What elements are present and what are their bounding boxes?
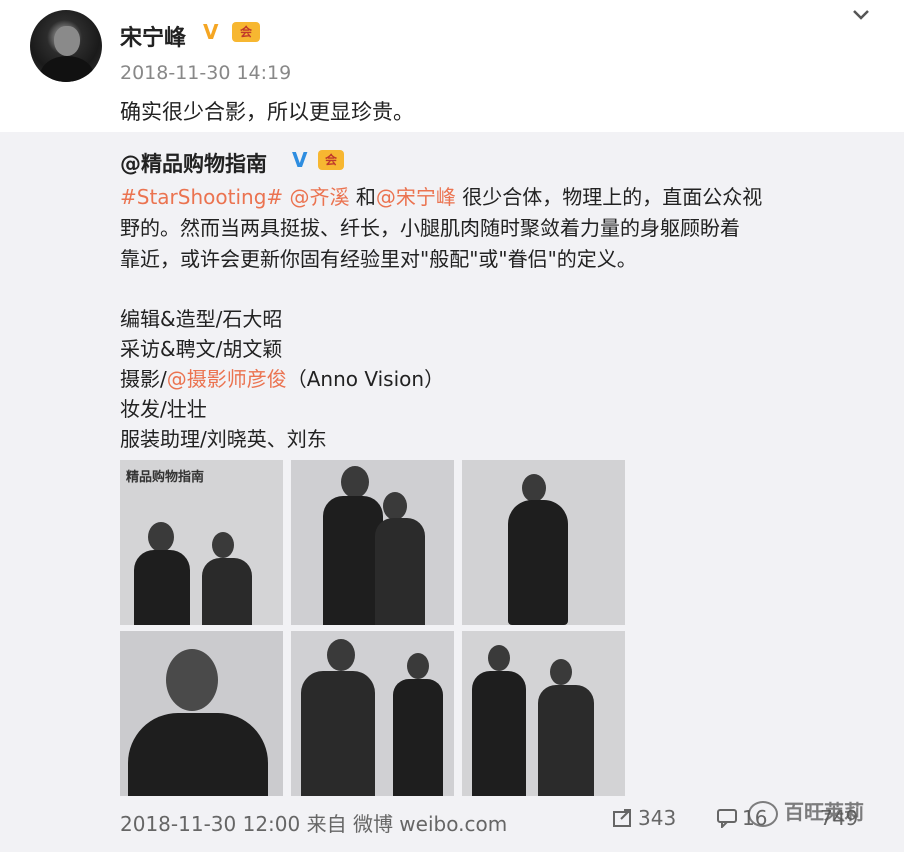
photo-figure <box>508 500 568 625</box>
repost-box: @精品购物指南 V 会 #StarShooting# @齐溪 和@宋宁峰 很少合… <box>0 132 904 852</box>
photo-figure <box>212 532 234 558</box>
avatar-face <box>54 26 80 56</box>
post-time[interactable]: 2018-11-30 14:19 <box>120 62 291 84</box>
mention-link[interactable]: @宋宁峰 <box>376 185 456 209</box>
wechat-icon <box>748 800 778 827</box>
post-footer: 2018-11-30 12:00 来自 微博 weibo.com 343 16 … <box>0 800 904 852</box>
photo-figure <box>134 550 190 625</box>
credit-editor: 编辑&造型/石大昭 <box>120 307 283 331</box>
body-line-2: 野的。然而当两具挺拔、纤长，小腿肌肉随时聚敛着力量的身躯顾盼着 <box>120 216 740 240</box>
avatar-body <box>40 56 94 82</box>
footer-meta: 2018-11-30 12:00 来自 微博 weibo.com <box>120 808 507 837</box>
photo-figure <box>341 466 369 498</box>
photo-grid: 精品购物指南 <box>120 460 626 796</box>
photo-thumbnail[interactable] <box>462 460 625 625</box>
photo-thumbnail[interactable] <box>291 460 454 625</box>
photo-figure <box>327 639 355 671</box>
photo-figure <box>550 659 572 685</box>
mention-link[interactable]: @齐溪 <box>290 185 350 209</box>
photo-figure <box>202 558 252 625</box>
photo-thumbnail[interactable] <box>120 631 283 796</box>
photo-figure <box>488 645 510 671</box>
repost-count: 343 <box>638 806 677 830</box>
magazine-cover-text: 精品购物指南 <box>126 470 205 485</box>
vip-badge: 会 <box>318 150 344 170</box>
original-body: #StarShooting# @齐溪 和@宋宁峰 很少合体，物理上的，直面公众视… <box>120 182 880 275</box>
photo-thumbnail[interactable] <box>291 631 454 796</box>
photo-figure <box>472 671 526 796</box>
footer-source[interactable]: 来自 微博 weibo.com <box>307 812 508 836</box>
comment-icon <box>717 809 737 830</box>
credit-photo-prefix: 摄影/ <box>120 367 167 391</box>
photo-figure <box>166 649 218 711</box>
verified-badge: V <box>203 20 219 44</box>
photo-figure <box>375 518 425 625</box>
credit-interview: 采访&聘文/胡文颖 <box>120 337 283 361</box>
original-author[interactable]: @精品购物指南 <box>120 148 267 178</box>
photo-figure <box>538 685 594 796</box>
photo-figure <box>301 671 375 796</box>
post-header: 宋宁峰 V 会 2018-11-30 14:19 确实很少合影，所以更显珍贵。 <box>0 0 904 132</box>
photo-figure <box>128 713 268 796</box>
photo-figure <box>148 522 174 552</box>
photo-thumbnail[interactable]: 精品购物指南 <box>120 460 283 625</box>
photo-figure <box>522 474 546 502</box>
repost-button[interactable]: 343 <box>612 806 676 830</box>
watermark-text: 百旺莱莉 <box>784 800 864 824</box>
author-name[interactable]: 宋宁峰 <box>120 20 186 52</box>
credit-makeup: 妆发/壮壮 <box>120 397 207 421</box>
chevron-down-icon[interactable] <box>848 2 874 28</box>
photo-figure <box>393 679 443 796</box>
footer-time[interactable]: 2018-11-30 12:00 <box>120 812 300 836</box>
hashtag-link[interactable]: #StarShooting# <box>120 185 283 209</box>
repost-icon <box>613 809 631 827</box>
credits: 编辑&造型/石大昭 采访&聘文/胡文颖 摄影/@摄影师彦俊（Anno Visio… <box>120 304 444 454</box>
post-text: 确实很少合影，所以更显珍贵。 <box>120 100 414 124</box>
credit-photo: 摄影/@摄影师彦俊（Anno Vision） <box>120 364 444 394</box>
mention-link[interactable]: @摄影师彦俊 <box>167 367 287 391</box>
vip-badge: 会 <box>232 22 260 42</box>
photo-figure <box>407 653 429 679</box>
credit-photo-suffix: （Anno Vision） <box>286 367 445 391</box>
body-text: 很少合体，物理上的，直面公众视 <box>455 185 763 209</box>
avatar[interactable] <box>30 10 102 82</box>
body-text: 和 <box>349 185 376 209</box>
body-line-1: #StarShooting# @齐溪 和@宋宁峰 很少合体，物理上的，直面公众视 <box>120 182 880 213</box>
watermark: 百旺莱莉 <box>748 796 898 830</box>
photo-figure <box>323 496 383 625</box>
photo-figure <box>383 492 407 520</box>
body-line-3: 靠近，或许会更新你固有经验里对"般配"或"眷侣"的定义。 <box>120 247 637 271</box>
photo-thumbnail[interactable] <box>462 631 625 796</box>
credit-assistant: 服装助理/刘晓英、刘东 <box>120 427 327 451</box>
verified-badge: V <box>292 148 308 172</box>
